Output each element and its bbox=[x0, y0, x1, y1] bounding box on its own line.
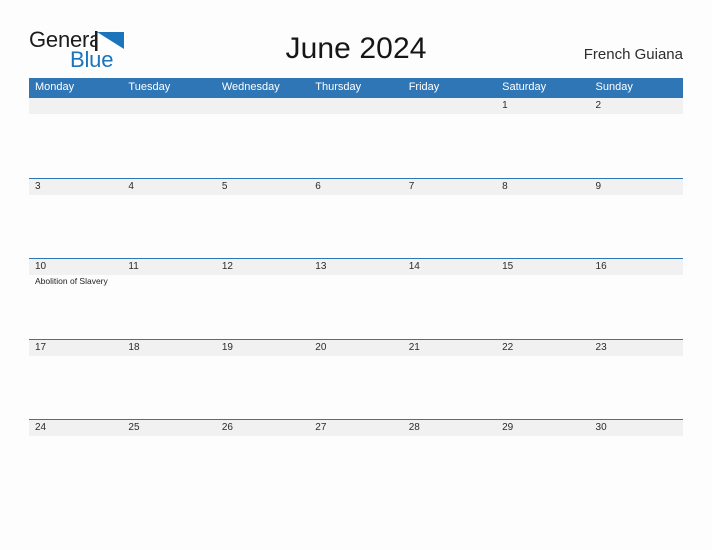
date-number-3[interactable]: 3 bbox=[29, 179, 122, 195]
day-cell-8[interactable] bbox=[496, 195, 589, 258]
date-number-25[interactable]: 25 bbox=[122, 420, 215, 436]
day-cell-26[interactable] bbox=[216, 436, 309, 499]
week-event-band: Abolition of Slavery bbox=[29, 275, 683, 338]
date-number-empty bbox=[216, 98, 309, 114]
date-number-band: 12 bbox=[29, 97, 683, 114]
day-cell-empty bbox=[29, 114, 122, 177]
date-number-13[interactable]: 13 bbox=[309, 259, 402, 275]
date-number-28[interactable]: 28 bbox=[403, 420, 496, 436]
calendar-week-row: 12 bbox=[29, 97, 683, 178]
day-cell-empty bbox=[403, 114, 496, 177]
day-cell-1[interactable] bbox=[496, 114, 589, 177]
date-number-empty bbox=[309, 98, 402, 114]
day-cell-16[interactable] bbox=[590, 275, 683, 338]
day-cell-18[interactable] bbox=[122, 356, 215, 419]
weekday-header-saturday: Saturday bbox=[502, 81, 547, 93]
date-number-23[interactable]: 23 bbox=[590, 340, 683, 356]
calendar-week-row: 3456789 bbox=[29, 177, 683, 259]
week-event-band bbox=[29, 355, 683, 419]
date-number-24[interactable]: 24 bbox=[29, 420, 122, 436]
day-cell-21[interactable] bbox=[403, 356, 496, 419]
date-number-30[interactable]: 30 bbox=[590, 420, 683, 436]
day-cell-6[interactable] bbox=[309, 195, 402, 258]
date-number-29[interactable]: 29 bbox=[496, 420, 589, 436]
day-cell-3[interactable] bbox=[29, 195, 122, 258]
date-number-band: 3456789 bbox=[29, 177, 683, 195]
day-cell-2[interactable] bbox=[590, 114, 683, 177]
date-number-20[interactable]: 20 bbox=[309, 340, 402, 356]
day-cell-11[interactable] bbox=[122, 275, 215, 338]
date-number-6[interactable]: 6 bbox=[309, 179, 402, 195]
day-cell-28[interactable] bbox=[403, 436, 496, 499]
day-cell-27[interactable] bbox=[309, 436, 402, 499]
day-cell-empty bbox=[309, 114, 402, 177]
day-cell-15[interactable] bbox=[496, 275, 589, 338]
date-number-11[interactable]: 11 bbox=[122, 259, 215, 275]
date-number-10[interactable]: 10 bbox=[29, 259, 122, 275]
calendar-weeks: 1 2 3 4 5 6 7 8 9 10 11 12 13 14 15 16 Abolition of Slav… bbox=[29, 97, 683, 500]
date-number-band: 10 11 12 13 14 15 16 bbox=[29, 258, 683, 275]
date-number-empty bbox=[122, 98, 215, 114]
weekday-header-monday: Monday bbox=[35, 81, 75, 93]
weekday-header-friday: Friday bbox=[408, 81, 440, 93]
date-number-18[interactable]: 18 bbox=[122, 340, 215, 356]
day-cell-25[interactable] bbox=[122, 436, 215, 499]
day-cell-23[interactable] bbox=[590, 356, 683, 419]
date-number-16[interactable]: 16 bbox=[590, 259, 683, 275]
weekday-header-wednesday: Wednesday bbox=[221, 81, 280, 93]
day-cell-12[interactable] bbox=[216, 275, 309, 338]
date-number-band: 24 25 26 27 28 29 30 bbox=[29, 419, 683, 436]
day-cell-empty bbox=[216, 114, 309, 177]
calendar-grid: Monday Tuesday Wednesday Thursday Friday Satu… bbox=[29, 78, 683, 500]
date-number-17[interactable]: 17 bbox=[29, 340, 122, 356]
date-number-15[interactable]: 15 bbox=[496, 259, 589, 275]
day-cell-empty bbox=[122, 114, 215, 177]
weekday-header-row: Monday Tuesday Wednesday Thursday Friday Satu… bbox=[29, 78, 683, 97]
day-cell-10[interactable]: Abolition of Slavery bbox=[29, 275, 122, 338]
calendar-week-row: 24 25 26 27 28 29 30 bbox=[29, 419, 683, 500]
week-event-band bbox=[29, 194, 683, 258]
holiday-event: Abolition of Slavery bbox=[35, 276, 108, 286]
week-event-band bbox=[29, 114, 683, 177]
date-number-band: 17 18 19 20 21 22 23 bbox=[29, 338, 683, 356]
weekday-header-thursday: Thursday bbox=[315, 81, 362, 93]
date-number-7[interactable]: 7 bbox=[403, 179, 496, 195]
day-cell-30[interactable] bbox=[590, 436, 683, 499]
date-number-5[interactable]: 5 bbox=[216, 179, 309, 195]
date-number-12[interactable]: 12 bbox=[216, 259, 309, 275]
week-event-band bbox=[29, 436, 683, 499]
weekday-header-tuesday: Tuesday bbox=[128, 81, 171, 93]
day-cell-14[interactable] bbox=[403, 275, 496, 338]
date-number-22[interactable]: 22 bbox=[496, 340, 589, 356]
calendar-week-row: 10 11 12 13 14 15 16 Abolition of Slavery bbox=[29, 258, 683, 339]
day-cell-22[interactable] bbox=[496, 356, 589, 419]
day-cell-20[interactable] bbox=[309, 356, 402, 419]
date-number-2[interactable]: 2 bbox=[590, 98, 683, 114]
date-number-1[interactable]: 1 bbox=[496, 98, 589, 114]
date-number-empty bbox=[403, 98, 496, 114]
day-cell-7[interactable] bbox=[403, 195, 496, 258]
page-header: General Blue June 2024 French Guiana bbox=[0, 0, 712, 78]
day-cell-9[interactable] bbox=[590, 195, 683, 258]
date-number-27[interactable]: 27 bbox=[309, 420, 402, 436]
day-cell-17[interactable] bbox=[29, 356, 122, 419]
day-cell-13[interactable] bbox=[309, 275, 402, 338]
date-number-26[interactable]: 26 bbox=[216, 420, 309, 436]
date-number-19[interactable]: 19 bbox=[216, 340, 309, 356]
day-cell-4[interactable] bbox=[122, 195, 215, 258]
date-number-empty bbox=[29, 98, 122, 114]
calendar-week-row: 17 18 19 20 21 22 23 bbox=[29, 338, 683, 420]
date-number-21[interactable]: 21 bbox=[403, 340, 496, 356]
region-label: French Guiana bbox=[583, 46, 683, 63]
date-number-14[interactable]: 14 bbox=[403, 259, 496, 275]
date-number-9[interactable]: 9 bbox=[590, 179, 683, 195]
date-number-8[interactable]: 8 bbox=[496, 179, 589, 195]
day-cell-24[interactable] bbox=[29, 436, 122, 499]
day-cell-19[interactable] bbox=[216, 356, 309, 419]
date-number-4[interactable]: 4 bbox=[122, 179, 215, 195]
day-cell-5[interactable] bbox=[216, 195, 309, 258]
weekday-header-sunday: Sunday bbox=[595, 81, 633, 93]
day-cell-29[interactable] bbox=[496, 436, 589, 499]
